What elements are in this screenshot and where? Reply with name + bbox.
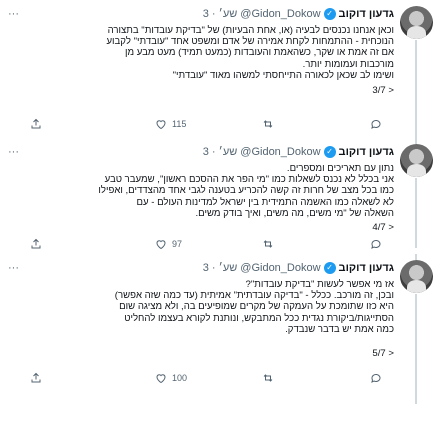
reply-icon[interactable] bbox=[370, 238, 382, 250]
share-icon[interactable] bbox=[30, 118, 42, 130]
verified-badge-icon: ✓ bbox=[323, 8, 336, 20]
tweet-header: גדעון דוקוב ✓ @Gidon_Dokow 3 · שע׳ bbox=[203, 262, 394, 274]
tweet-header: גדעון דוקוב ✓ @Gidon_Dokow 3 · שע׳ bbox=[203, 8, 394, 20]
reply-icon[interactable] bbox=[370, 118, 382, 130]
retweet-icon[interactable] bbox=[262, 118, 274, 130]
more-options-icon[interactable]: ··· bbox=[8, 262, 19, 274]
thread-connector bbox=[415, 138, 417, 144]
like-count: 100 bbox=[172, 373, 188, 383]
thread-connector bbox=[415, 294, 417, 404]
thread-connector bbox=[415, 254, 417, 260]
avatar[interactable] bbox=[400, 144, 433, 177]
tweet[interactable]: ··· גדעון דוקוב ✓ @Gidon_Dokow 3 · שע׳ א… bbox=[0, 254, 441, 421]
thread-feed: ··· גדעון דוקוב ✓ @Gidon_Dokow 3 · שע׳ ו… bbox=[0, 0, 441, 421]
tweet-time[interactable]: 3 · שע׳ bbox=[203, 8, 238, 20]
author-name[interactable]: גדעון דוקוב bbox=[339, 8, 394, 20]
tweet-actions: 115 bbox=[0, 118, 441, 132]
reply-icon[interactable] bbox=[370, 372, 382, 384]
retweet-icon[interactable] bbox=[262, 372, 274, 384]
like-count: 115 bbox=[172, 119, 187, 129]
like-count: 97 bbox=[172, 239, 183, 249]
tweet[interactable]: ··· גדעון דוקוב ✓ @Gidon_Dokow 3 · שע׳ ו… bbox=[0, 0, 441, 138]
like-button[interactable]: 100 bbox=[155, 372, 187, 384]
tweet-time[interactable]: 3 · שע׳ bbox=[203, 146, 238, 158]
author-handle[interactable]: @Gidon_Dokow bbox=[240, 8, 320, 20]
author-name[interactable]: גדעון דוקוב bbox=[339, 146, 394, 158]
author-name[interactable]: גדעון דוקוב bbox=[339, 262, 394, 274]
like-button[interactable]: 97 bbox=[155, 238, 182, 250]
tweet-text: נתון עם תאריכים ומספרים. אני בכלל לא נכנ… bbox=[98, 163, 394, 219]
avatar[interactable] bbox=[400, 260, 433, 293]
author-handle[interactable]: @Gidon_Dokow bbox=[240, 262, 320, 274]
thread-counter: 4/7 > bbox=[372, 222, 394, 233]
tweet-actions: 97 bbox=[0, 238, 441, 252]
tweet-actions: 100 bbox=[0, 372, 441, 386]
author-handle[interactable]: @Gidon_Dokow bbox=[240, 146, 320, 158]
thread-counter: 5/7 > bbox=[372, 348, 394, 359]
more-options-icon[interactable]: ··· bbox=[8, 146, 19, 158]
share-icon[interactable] bbox=[30, 372, 42, 384]
thread-counter: 3/7 > bbox=[372, 85, 394, 96]
more-options-icon[interactable]: ··· bbox=[8, 8, 19, 20]
tweet-time[interactable]: 3 · שע׳ bbox=[203, 262, 238, 274]
retweet-icon[interactable] bbox=[262, 238, 274, 250]
tweet-text: אז מי אפשר לעשות "בדיקת עובדות"? ובכן, ז… bbox=[114, 279, 394, 335]
verified-badge-icon: ✓ bbox=[323, 262, 336, 274]
like-button[interactable]: 115 bbox=[155, 118, 186, 130]
tweet-header: גדעון דוקוב ✓ @Gidon_Dokow 3 · שע׳ bbox=[203, 146, 394, 158]
avatar[interactable] bbox=[400, 6, 433, 39]
tweet[interactable]: ··· גדעון דוקוב ✓ @Gidon_Dokow 3 · שע׳ נ… bbox=[0, 138, 441, 250]
tweet-text: וכאן אנחנו נכנסים לבעיה (או, אחת הבעיות)… bbox=[106, 25, 394, 81]
share-icon[interactable] bbox=[30, 238, 42, 250]
verified-badge-icon: ✓ bbox=[323, 146, 336, 158]
